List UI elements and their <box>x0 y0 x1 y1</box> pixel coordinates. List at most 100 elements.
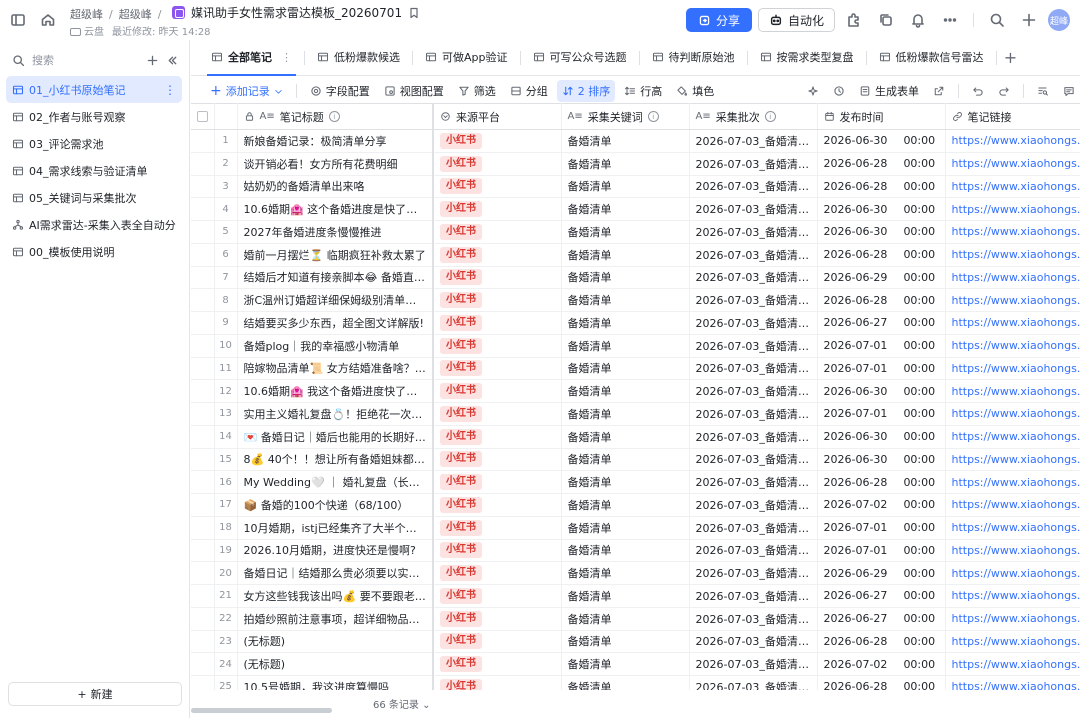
more-icon[interactable] <box>937 8 963 32</box>
batch-cell[interactable]: 2026-07-03_备婚清单... <box>689 243 818 267</box>
publish-time-cell[interactable]: 2026-06-29 00:00 <box>817 561 946 585</box>
note-title-cell[interactable]: 实用主义婚礼复盘💍！拒绝花一次性的... <box>237 402 434 426</box>
batch-cell[interactable]: 2026-07-03_备婚清单... <box>689 675 818 690</box>
publish-time-cell[interactable]: 2026-06-30 00:00 <box>817 448 946 472</box>
note-title-cell[interactable]: 婚前一月摆烂⏳ 临期疯狂补救太累了 <box>237 243 434 267</box>
table-row[interactable]: 8 浙C温州订婚超详细保姆级别清单！！！ 小红书 备婚清单 2026-07-03_备婚清… <box>191 288 1080 312</box>
tab-all-notes[interactable]: 全部笔记 ⋮ <box>199 39 304 76</box>
note-title-cell[interactable]: 结婚要买多少东西，超全图文详解版! <box>237 311 434 335</box>
platform-cell[interactable]: 小红书 <box>433 630 562 654</box>
tab-signal-radar[interactable]: 低粉爆款信号雷达 <box>867 39 996 75</box>
batch-cell[interactable]: 2026-07-03_备婚清单... <box>689 311 818 335</box>
column-header-batch[interactable]: A≡ 采集批次 i <box>689 103 818 130</box>
keyword-cell[interactable]: 备婚清单 <box>561 243 690 267</box>
platform-cell[interactable]: 小红书 <box>433 129 562 153</box>
undo-button[interactable] <box>967 80 989 102</box>
horizontal-scrollbar[interactable] <box>191 708 332 713</box>
batch-cell[interactable]: 2026-07-03_备婚清单... <box>689 607 818 631</box>
keyword-cell[interactable]: 备婚清单 <box>561 311 690 335</box>
tab-pending-pool[interactable]: 待判断原始池 <box>640 39 747 75</box>
note-link-cell[interactable]: https://www.xiaohongs... <box>945 243 1080 267</box>
keyword-cell[interactable]: 备婚清单 <box>561 630 690 654</box>
row-select-cell[interactable] <box>191 584 215 608</box>
table-row[interactable]: 1 新娘备婚记录：极简清单分享 小红书 备婚清单 2026-07-03_备婚清单... 2… <box>191 129 1080 153</box>
publish-time-cell[interactable]: 2026-06-27 00:00 <box>817 607 946 631</box>
platform-cell[interactable]: 小红书 <box>433 311 562 335</box>
publish-time-cell[interactable]: 2026-07-02 00:00 <box>817 652 946 676</box>
platform-cell[interactable]: 小红书 <box>433 493 562 517</box>
note-title-cell[interactable]: 10月婚期，istj已经集齐了大半个婚礼的... <box>237 516 434 540</box>
note-title-cell[interactable]: 💌 备婚日记｜婚后也能用的长期好物！🌹 <box>237 425 434 449</box>
sidebar-search-input[interactable]: 搜索 <box>32 52 142 68</box>
publish-time-cell[interactable]: 2026-06-28 00:00 <box>817 288 946 312</box>
note-title-cell[interactable]: 备婚日记｜结婚那么贵必须要以实用为... <box>237 561 434 585</box>
bookmark-icon[interactable] <box>408 7 420 19</box>
platform-cell[interactable]: 小红书 <box>433 152 562 176</box>
row-select-cell[interactable] <box>191 425 215 449</box>
publish-time-cell[interactable]: 2026-06-30 00:00 <box>817 220 946 244</box>
batch-cell[interactable]: 2026-07-03_备婚清单... <box>689 470 818 494</box>
tab-app-validation[interactable]: 可做App验证 <box>413 39 520 75</box>
row-select-cell[interactable] <box>191 175 215 199</box>
sidebar-item-comments[interactable]: 03_评论需求池 <box>6 130 182 157</box>
row-select-cell[interactable] <box>191 630 215 654</box>
tab-more-icon[interactable]: ⋮ <box>281 51 292 64</box>
note-title-cell[interactable]: 备婚plog｜我的幸福感小物清单 <box>237 334 434 358</box>
publish-time-cell[interactable]: 2026-06-30 00:00 <box>817 425 946 449</box>
keyword-cell[interactable]: 备婚清单 <box>561 448 690 472</box>
history-button[interactable] <box>828 80 850 102</box>
batch-cell[interactable]: 2026-07-03_备婚清单... <box>689 197 818 221</box>
location[interactable]: 云盘 <box>70 23 104 38</box>
note-link-cell[interactable]: https://www.xiaohongs... <box>945 220 1080 244</box>
keyword-cell[interactable]: 备婚清单 <box>561 470 690 494</box>
note-link-cell[interactable]: https://www.xiaohongs... <box>945 288 1080 312</box>
note-title-cell[interactable]: 10.6婚期🏩 这个备婚进度是快了还是慢... <box>237 197 434 221</box>
table-row[interactable]: 2 谈开销必看！女方所有花费明细 小红书 备婚清单 2026-07-03_备婚清单...… <box>191 152 1080 176</box>
batch-cell[interactable]: 2026-07-03_备婚清单... <box>689 493 818 517</box>
doc-title[interactable]: 媒讯助手女性需求雷达模板_20260701 <box>191 4 402 21</box>
note-link-cell[interactable]: https://www.xiaohongs... <box>945 266 1080 290</box>
keyword-cell[interactable]: 备婚清单 <box>561 652 690 676</box>
row-select-cell[interactable] <box>191 448 215 472</box>
platform-cell[interactable]: 小红书 <box>433 175 562 199</box>
row-height-button[interactable]: 行高 <box>619 80 667 102</box>
publish-time-cell[interactable]: 2026-06-27 00:00 <box>817 584 946 608</box>
home-icon[interactable] <box>36 9 60 31</box>
table-row[interactable]: 15 8💰 40个！！想让所有备婚姐妹都知道... 小红书 备婚清单 2026-07-0… <box>191 448 1080 472</box>
breadcrumb-item[interactable]: 超级峰 <box>70 6 103 22</box>
publish-time-cell[interactable]: 2026-06-28 00:00 <box>817 470 946 494</box>
batch-cell[interactable]: 2026-07-03_备婚清单... <box>689 584 818 608</box>
row-select-cell[interactable] <box>191 197 215 221</box>
note-link-cell[interactable]: https://www.xiaohongs... <box>945 493 1080 517</box>
select-all-cell[interactable] <box>191 103 215 130</box>
publish-time-cell[interactable]: 2026-07-01 00:00 <box>817 539 946 563</box>
publish-time-cell[interactable]: 2026-06-30 00:00 <box>817 379 946 403</box>
platform-cell[interactable]: 小红书 <box>433 584 562 608</box>
add-record-button[interactable]: + 添加记录 <box>205 80 288 102</box>
sidebar-item-guide[interactable]: 00_模板使用说明 <box>6 238 182 265</box>
filter-button[interactable]: 筛选 <box>453 80 501 102</box>
sidebar-item-leads[interactable]: 04_需求线索与验证清单 <box>6 157 182 184</box>
note-link-cell[interactable]: https://www.xiaohongs... <box>945 470 1080 494</box>
note-link-cell[interactable]: https://www.xiaohongs... <box>945 197 1080 221</box>
note-title-cell[interactable]: 2027年备婚进度条慢慢推进 <box>237 220 434 244</box>
field-config-button[interactable]: 字段配置 <box>305 80 375 102</box>
note-link-cell[interactable]: https://www.xiaohongs... <box>945 652 1080 676</box>
platform-cell[interactable]: 小红书 <box>433 357 562 381</box>
keyword-cell[interactable]: 备婚清单 <box>561 379 690 403</box>
keyword-cell[interactable]: 备婚清单 <box>561 220 690 244</box>
record-count[interactable]: 66 条记录 ⌄ <box>373 696 430 711</box>
note-link-cell[interactable]: https://www.xiaohongs... <box>945 448 1080 472</box>
new-button[interactable]: + 新建 <box>8 682 182 706</box>
platform-cell[interactable]: 小红书 <box>433 470 562 494</box>
note-title-cell[interactable]: 📦 备婚的100个快递（68/100） <box>237 493 434 517</box>
publish-time-cell[interactable]: 2026-06-30 00:00 <box>817 197 946 221</box>
column-header-platform[interactable]: 来源平台 <box>433 103 562 130</box>
fill-color-button[interactable]: 填色 <box>671 80 719 102</box>
keyword-cell[interactable]: 备婚清单 <box>561 516 690 540</box>
info-icon[interactable]: i <box>764 111 776 122</box>
table-row[interactable]: 11 陪嫁物品清单📜 女方结婚准备啥？看这... 小红书 备婚清单 2026-07-03… <box>191 357 1080 381</box>
avatar[interactable]: 超峰 <box>1048 9 1070 31</box>
keyword-cell[interactable]: 备婚清单 <box>561 129 690 153</box>
note-title-cell[interactable]: 结婚后才知道有接亲脚本😂 备婚直接抄... <box>237 266 434 290</box>
